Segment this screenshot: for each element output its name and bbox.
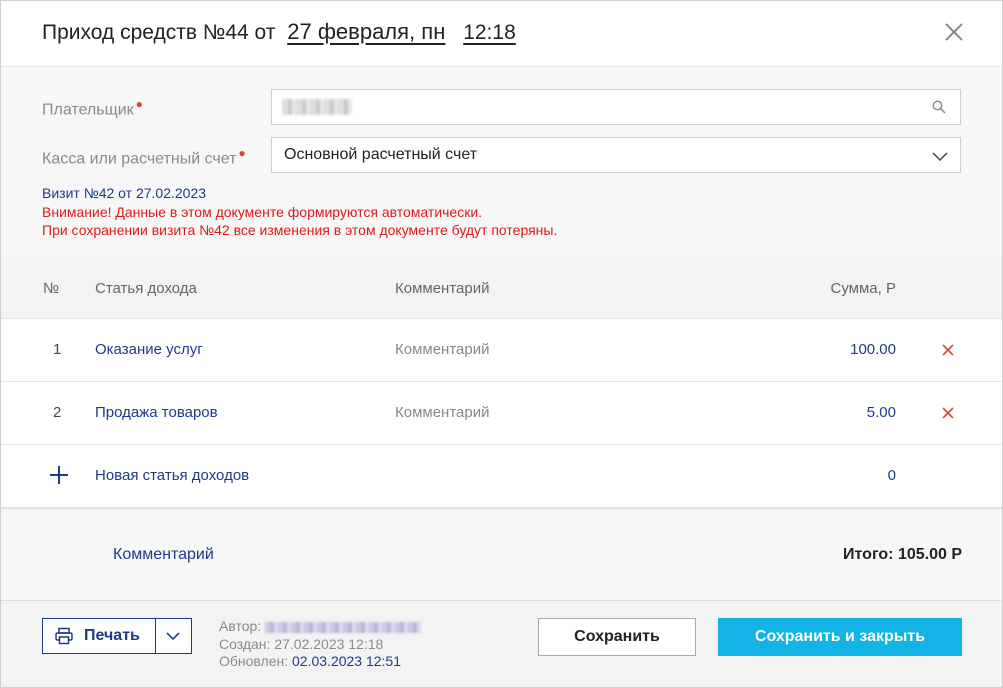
header-comment: Комментарий — [395, 280, 490, 297]
cash-label: Касса или расчетный счет ● — [42, 146, 246, 168]
payer-value-blurred — [282, 99, 352, 115]
row-comment[interactable]: Комментарий — [395, 341, 489, 358]
row-comment[interactable]: Комментарий — [395, 404, 489, 421]
visit-note: Визит №42 от 27.02.2023 — [42, 185, 207, 201]
header-article: Статья дохода — [95, 280, 197, 297]
dialog-header: Приход средств №44 от 27 февраля, пн 12:… — [1, 1, 1002, 67]
close-icon[interactable] — [942, 20, 966, 44]
payer-label: Плательщик ● — [42, 97, 143, 119]
comment-link[interactable]: Комментарий — [113, 546, 214, 564]
header-num: № — [43, 280, 60, 297]
print-button-group: Печать — [42, 618, 192, 654]
author-value-blurred — [265, 621, 422, 633]
new-row-sum: 0 — [887, 467, 896, 484]
totals-section: Комментарий Итого: 105.00 Р — [1, 508, 1002, 601]
search-icon[interactable] — [932, 100, 946, 114]
form-section: Плательщик ● Касса или расчетный счет ● Ос… — [1, 67, 1002, 256]
updated-line: Обновлен: 02.03.2023 12:51 — [219, 653, 402, 669]
print-button[interactable]: Печать — [43, 619, 155, 653]
print-dropdown-button[interactable] — [156, 619, 191, 653]
author-line: Автор: — [219, 618, 422, 636]
row-article[interactable]: Продажа товаров — [95, 404, 218, 421]
new-income-link[interactable]: Новая статья доходов — [95, 467, 249, 484]
header-sum: Сумма, Р — [830, 280, 896, 297]
warning-line-1: Внимание! Данные в этом документе формир… — [42, 203, 483, 220]
cash-select[interactable]: Основной расчетный счет — [271, 137, 961, 173]
updated-link[interactable]: 02.03.2023 12:51 — [292, 653, 401, 669]
delete-icon[interactable] — [941, 343, 955, 357]
row-sum[interactable]: 5.00 — [867, 404, 896, 421]
row-num: 2 — [53, 404, 62, 421]
chevron-down-icon[interactable] — [932, 148, 948, 164]
dialog-title: Приход средств №44 от 27 февраля, пн 12:… — [42, 19, 516, 45]
print-label: Печать — [84, 627, 140, 644]
payer-input[interactable] — [271, 89, 961, 125]
cash-select-value: Основной расчетный счет — [284, 146, 478, 163]
document-meta: Автор: Создан: 27.02.2023 12:18 Обновлен… — [219, 618, 422, 671]
row-num: 1 — [53, 341, 62, 358]
save-and-close-button[interactable]: Сохранить и закрыть — [718, 618, 962, 656]
warning-line-2: При сохранении визита №42 все изменения … — [42, 222, 558, 238]
chevron-down-icon — [166, 632, 180, 641]
row-sum[interactable]: 100.00 — [850, 341, 896, 358]
table-row: 2 Продажа товаров Комментарий 5.00 — [1, 382, 1002, 445]
plus-icon[interactable] — [49, 465, 69, 485]
total-amount: Итого: 105.00 Р — [843, 546, 962, 563]
row-article[interactable]: Оказание услуг — [95, 341, 203, 358]
new-income-row: Новая статья доходов 0 — [1, 445, 1002, 508]
printer-icon — [55, 627, 73, 645]
notes-block: Визит №42 от 27.02.2023 Внимание! Данные… — [42, 184, 557, 240]
delete-icon[interactable] — [941, 406, 955, 420]
income-dialog: Приход средств №44 от 27 февраля, пн 12:… — [0, 0, 1003, 688]
date-picker[interactable]: 27 февраля, пн — [287, 19, 445, 44]
time-picker[interactable]: 12:18 — [463, 21, 516, 44]
save-button[interactable]: Сохранить — [538, 618, 696, 656]
dialog-footer: Печать Автор: Создан: 27.02.2023 12:18 О… — [1, 600, 1002, 687]
table-header: № Статья дохода Комментарий Сумма, Р — [1, 256, 1002, 319]
created-line: Создан: 27.02.2023 12:18 — [219, 635, 384, 652]
title-text: Приход средств №44 от — [42, 21, 276, 44]
table-row: 1 Оказание услуг Комментарий 100.00 — [1, 319, 1002, 382]
